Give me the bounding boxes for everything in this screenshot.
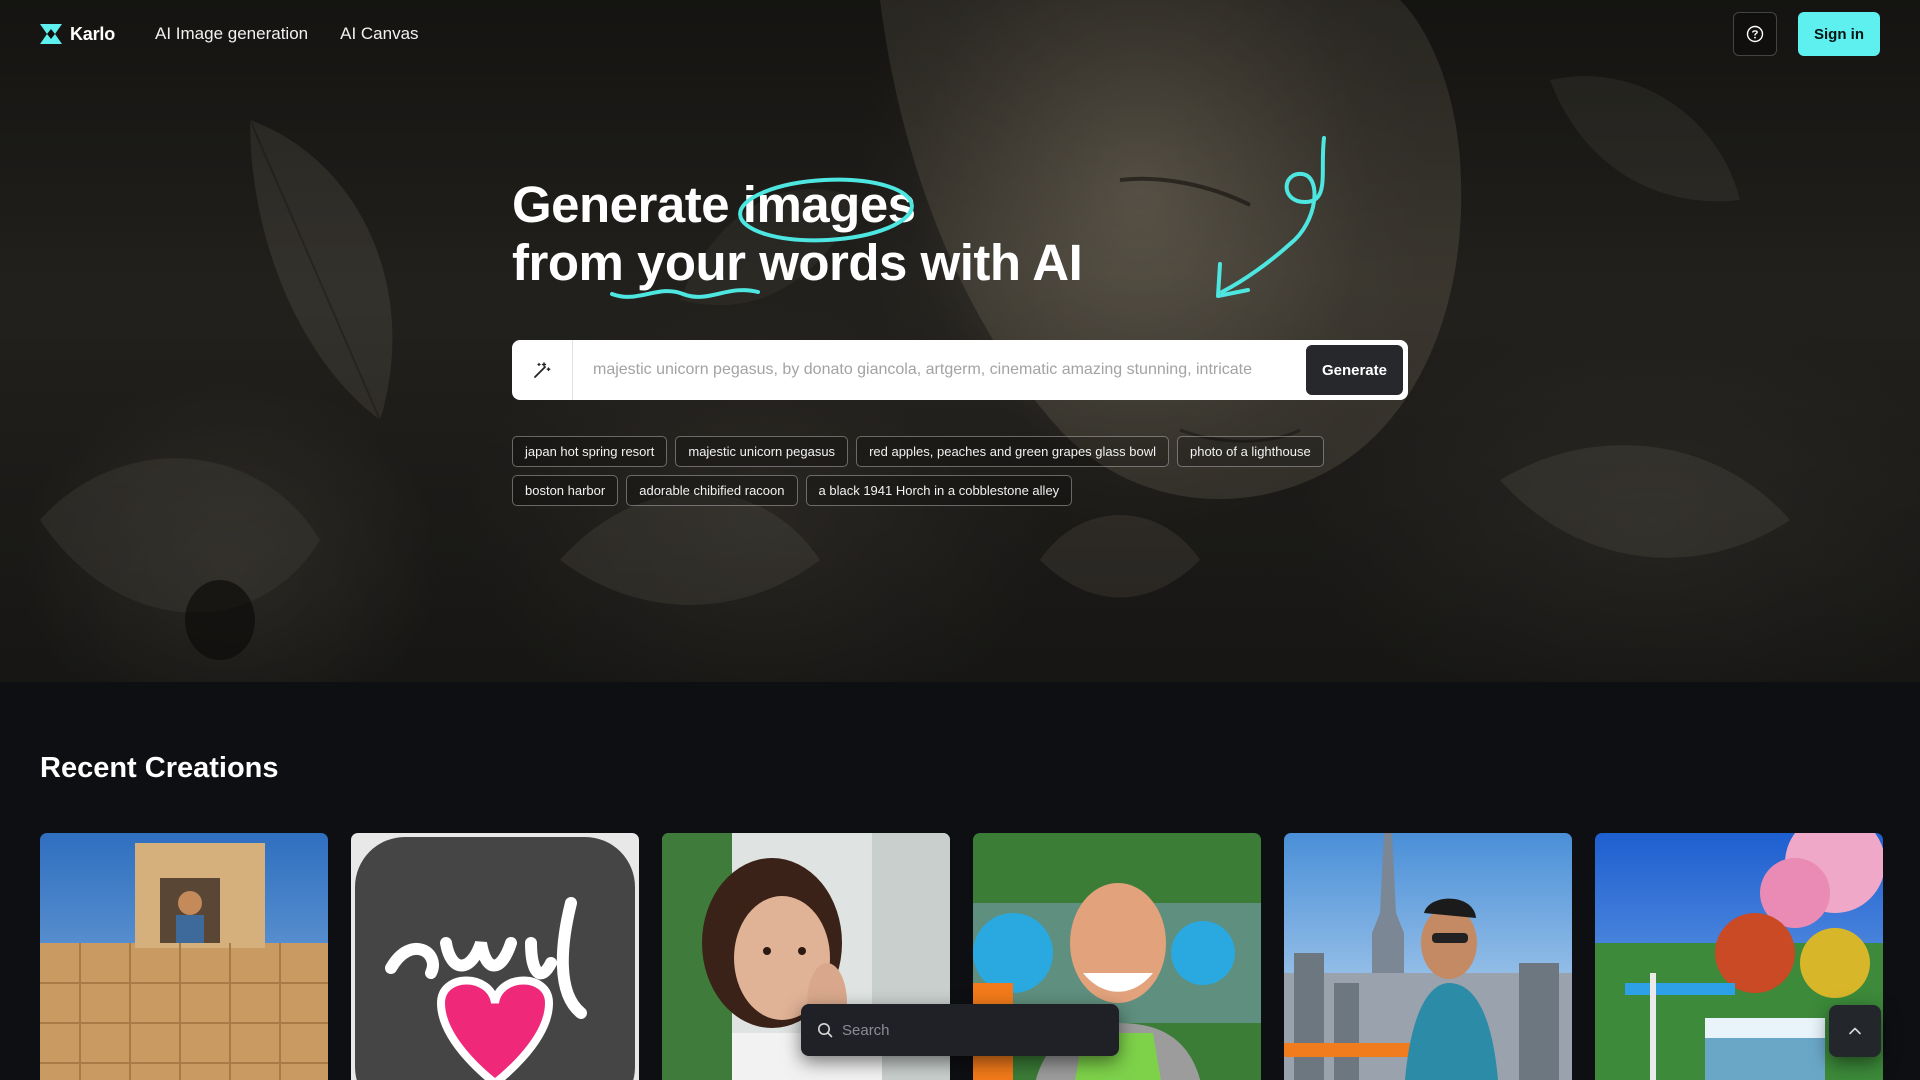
prompt-input[interactable] — [573, 340, 1306, 400]
magic-wand-icon — [534, 362, 551, 378]
karlo-logo-icon — [40, 24, 62, 44]
example-prompt-chip[interactable]: a black 1941 Horch in a cobblestone alle… — [805, 475, 1073, 506]
prompt-bar: Generate — [512, 340, 1408, 400]
top-navigation: Karlo AI Image generation AI Canvas Sign… — [40, 0, 1880, 68]
creation-image — [1284, 833, 1572, 1080]
creation-image — [351, 833, 639, 1080]
squiggle-underline — [610, 288, 760, 299]
circle-doodle — [738, 177, 914, 243]
nav-link-ai-canvas[interactable]: AI Canvas — [340, 24, 418, 44]
example-prompts-row: japan hot spring resort majestic unicorn… — [512, 436, 1412, 467]
help-button[interactable] — [1733, 12, 1777, 56]
sign-in-button[interactable]: Sign in — [1798, 12, 1880, 56]
example-prompt-chip[interactable]: adorable chibified racoon — [626, 475, 798, 506]
search-icon — [818, 1023, 833, 1038]
scroll-to-top-button[interactable] — [1829, 1005, 1881, 1057]
example-prompt-chip[interactable]: red apples, peaches and green grapes gla… — [856, 436, 1169, 467]
creation-image — [40, 833, 328, 1080]
chevron-up-icon — [1849, 1027, 1861, 1035]
curly-arrow-doodle — [1216, 136, 1326, 298]
creation-card-owl-logo[interactable] — [351, 833, 639, 1080]
example-prompt-chip[interactable]: japan hot spring resort — [512, 436, 668, 467]
generate-button[interactable]: Generate — [1305, 345, 1403, 395]
question-circle-icon — [1746, 25, 1764, 43]
recent-creations-title: Recent Creations — [40, 752, 279, 784]
example-prompt-chip[interactable]: majestic unicorn pegasus — [675, 436, 849, 467]
brand-name: Karlo — [70, 23, 116, 44]
hero-headline: Generate images from your words with AI — [512, 176, 1083, 299]
gallery-search-input[interactable] — [842, 1021, 1092, 1039]
brand[interactable]: Karlo — [40, 24, 115, 45]
creation-card-city-man[interactable] — [1284, 833, 1572, 1080]
creation-card-desert-wall[interactable] — [40, 833, 328, 1080]
example-prompts: japan hot spring resort majestic unicorn… — [512, 436, 1412, 514]
magic-wand-button[interactable] — [512, 340, 573, 400]
example-prompt-chip[interactable]: boston harbor — [512, 475, 619, 506]
example-prompts-row: boston harbor adorable chibified racoon … — [512, 475, 1412, 506]
example-prompt-chip[interactable]: photo of a lighthouse — [1176, 436, 1324, 467]
floating-search-bar — [801, 1004, 1119, 1056]
nav-link-ai-image-generation[interactable]: AI Image generation — [155, 24, 308, 44]
